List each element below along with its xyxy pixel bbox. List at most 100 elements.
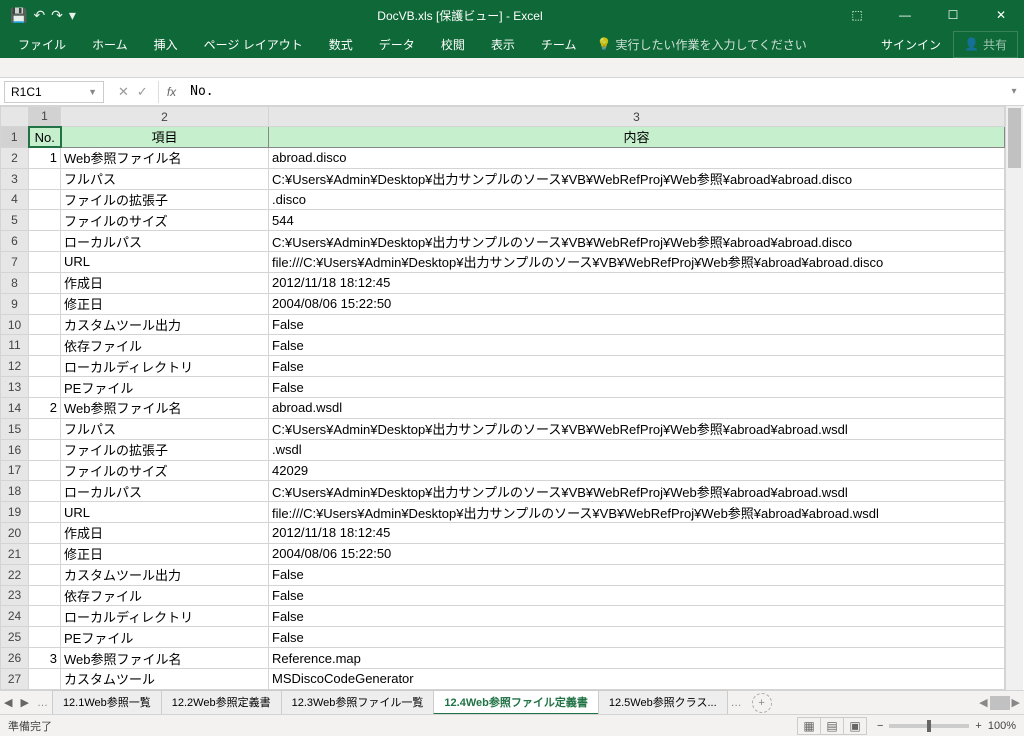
- row-header[interactable]: 16: [1, 439, 29, 460]
- tab-overflow-right[interactable]: …: [727, 697, 746, 709]
- fx-icon[interactable]: fx: [159, 85, 184, 99]
- cell-item[interactable]: 作成日: [61, 523, 269, 544]
- cell-content[interactable]: False: [269, 356, 1005, 377]
- cell-no-header[interactable]: No.: [29, 127, 61, 148]
- cell-item[interactable]: ファイルのサイズ: [61, 210, 269, 231]
- row-header[interactable]: 19: [1, 502, 29, 523]
- hscroll-thumb[interactable]: [990, 696, 1010, 710]
- cell-item[interactable]: 依存ファイル: [61, 585, 269, 606]
- worksheet-grid[interactable]: 1 2 3 1No.項目内容21Web参照ファイル名abroad.disco3フ…: [0, 106, 1024, 690]
- enter-icon[interactable]: ✓: [137, 84, 148, 100]
- view-page-break-icon[interactable]: ▣: [843, 717, 867, 735]
- tab-page-layout[interactable]: ページ レイアウト: [192, 32, 315, 57]
- cell-no[interactable]: [29, 418, 61, 439]
- tab-overflow-left[interactable]: …: [33, 697, 52, 709]
- select-all-corner[interactable]: [1, 107, 29, 127]
- cell-no[interactable]: [29, 460, 61, 481]
- cell-content[interactable]: False: [269, 564, 1005, 585]
- cell-item[interactable]: 修正日: [61, 543, 269, 564]
- row-header[interactable]: 7: [1, 252, 29, 273]
- save-icon[interactable]: 💾: [10, 7, 27, 24]
- row-header[interactable]: 14: [1, 397, 29, 418]
- minimize-icon[interactable]: —: [882, 0, 928, 30]
- tab-nav-next-icon[interactable]: ▶: [16, 696, 32, 709]
- tab-review[interactable]: 校閲: [429, 32, 477, 57]
- cell-content[interactable]: 2012/11/18 18:12:45: [269, 272, 1005, 293]
- sheet-tab[interactable]: 12.5Web参照クラス...: [598, 690, 728, 715]
- hscroll-left-icon[interactable]: ◀: [979, 696, 987, 709]
- tab-file[interactable]: ファイル: [6, 32, 78, 57]
- view-page-layout-icon[interactable]: ▤: [820, 717, 844, 735]
- cell-item[interactable]: 修正日: [61, 293, 269, 314]
- horizontal-scrollbar[interactable]: ◀ ▶: [778, 696, 1024, 710]
- cell-content[interactable]: .wsdl: [269, 439, 1005, 460]
- share-button[interactable]: 👤 共有: [953, 31, 1018, 58]
- cell-content[interactable]: False: [269, 335, 1005, 356]
- cell-no[interactable]: [29, 252, 61, 273]
- tab-home[interactable]: ホーム: [80, 32, 140, 57]
- tell-me-box[interactable]: 💡 実行したい作業を入力してください: [596, 36, 806, 53]
- cell-content[interactable]: 42029: [269, 460, 1005, 481]
- row-header[interactable]: 5: [1, 210, 29, 231]
- row-header[interactable]: 24: [1, 606, 29, 627]
- tab-view[interactable]: 表示: [479, 32, 527, 57]
- cell-content[interactable]: C:¥Users¥Admin¥Desktop¥出力サンプルのソース¥VB¥Web…: [269, 168, 1005, 189]
- cell-content[interactable]: abroad.disco: [269, 147, 1005, 168]
- cell-content[interactable]: False: [269, 627, 1005, 648]
- cell-no[interactable]: [29, 356, 61, 377]
- add-sheet-button[interactable]: +: [752, 693, 772, 713]
- cell-item[interactable]: カスタムツール: [61, 668, 269, 689]
- row-header[interactable]: 20: [1, 523, 29, 544]
- cell-content[interactable]: Reference.map: [269, 648, 1005, 669]
- row-header[interactable]: 23: [1, 585, 29, 606]
- cell-no[interactable]: 2: [29, 397, 61, 418]
- cell-content[interactable]: MSDiscoCodeGenerator: [269, 668, 1005, 689]
- cell-no[interactable]: [29, 293, 61, 314]
- cell-item[interactable]: カスタムツール出力: [61, 314, 269, 335]
- cell-content[interactable]: 2004/08/06 15:22:50: [269, 293, 1005, 314]
- row-header[interactable]: 22: [1, 564, 29, 585]
- tab-insert[interactable]: 挿入: [142, 32, 190, 57]
- cancel-icon[interactable]: ✕: [118, 84, 129, 100]
- cell-content[interactable]: 2004/08/06 15:22:50: [269, 543, 1005, 564]
- cell-content[interactable]: False: [269, 585, 1005, 606]
- row-header[interactable]: 17: [1, 460, 29, 481]
- cell-item[interactable]: URL: [61, 252, 269, 273]
- cell-item[interactable]: ファイルの拡張子: [61, 189, 269, 210]
- cell-item[interactable]: Web参照ファイル名: [61, 147, 269, 168]
- cell-item[interactable]: 作成日: [61, 272, 269, 293]
- col-header-1[interactable]: 1: [29, 107, 61, 127]
- zoom-slider[interactable]: [889, 724, 969, 728]
- cell-content[interactable]: 2012/11/18 18:12:45: [269, 523, 1005, 544]
- row-header[interactable]: 12: [1, 356, 29, 377]
- cell-no[interactable]: [29, 439, 61, 460]
- cell-no[interactable]: [29, 210, 61, 231]
- row-header[interactable]: 3: [1, 168, 29, 189]
- row-header[interactable]: 4: [1, 189, 29, 210]
- formula-input[interactable]: No.: [184, 84, 1004, 99]
- tab-team[interactable]: チーム: [529, 32, 589, 57]
- cell-item[interactable]: 依存ファイル: [61, 335, 269, 356]
- zoom-percent[interactable]: 100%: [988, 720, 1016, 732]
- cell-item[interactable]: Web参照ファイル名: [61, 397, 269, 418]
- row-header[interactable]: 11: [1, 335, 29, 356]
- cell-no[interactable]: [29, 189, 61, 210]
- name-box[interactable]: R1C1 ▼: [4, 81, 104, 103]
- cell-item[interactable]: ローカルパス: [61, 481, 269, 502]
- cell-item[interactable]: ファイルの拡張子: [61, 439, 269, 460]
- row-header[interactable]: 13: [1, 377, 29, 398]
- qat-more-icon[interactable]: ▾: [69, 7, 76, 24]
- maximize-icon[interactable]: ☐: [930, 0, 976, 30]
- row-header[interactable]: 25: [1, 627, 29, 648]
- sign-in-link[interactable]: サインイン: [871, 32, 951, 57]
- cell-item[interactable]: ローカルパス: [61, 231, 269, 252]
- zoom-out-button[interactable]: −: [877, 720, 883, 732]
- cell-content[interactable]: False: [269, 606, 1005, 627]
- cell-no[interactable]: [29, 481, 61, 502]
- ribbon-options-icon[interactable]: ⬚: [834, 0, 880, 30]
- row-header-1[interactable]: 1: [1, 127, 29, 148]
- cell-content-header[interactable]: 内容: [269, 127, 1005, 148]
- cell-item[interactable]: ローカルディレクトリ: [61, 606, 269, 627]
- vertical-scrollbar[interactable]: [1005, 106, 1023, 690]
- undo-icon[interactable]: ↶: [33, 7, 45, 24]
